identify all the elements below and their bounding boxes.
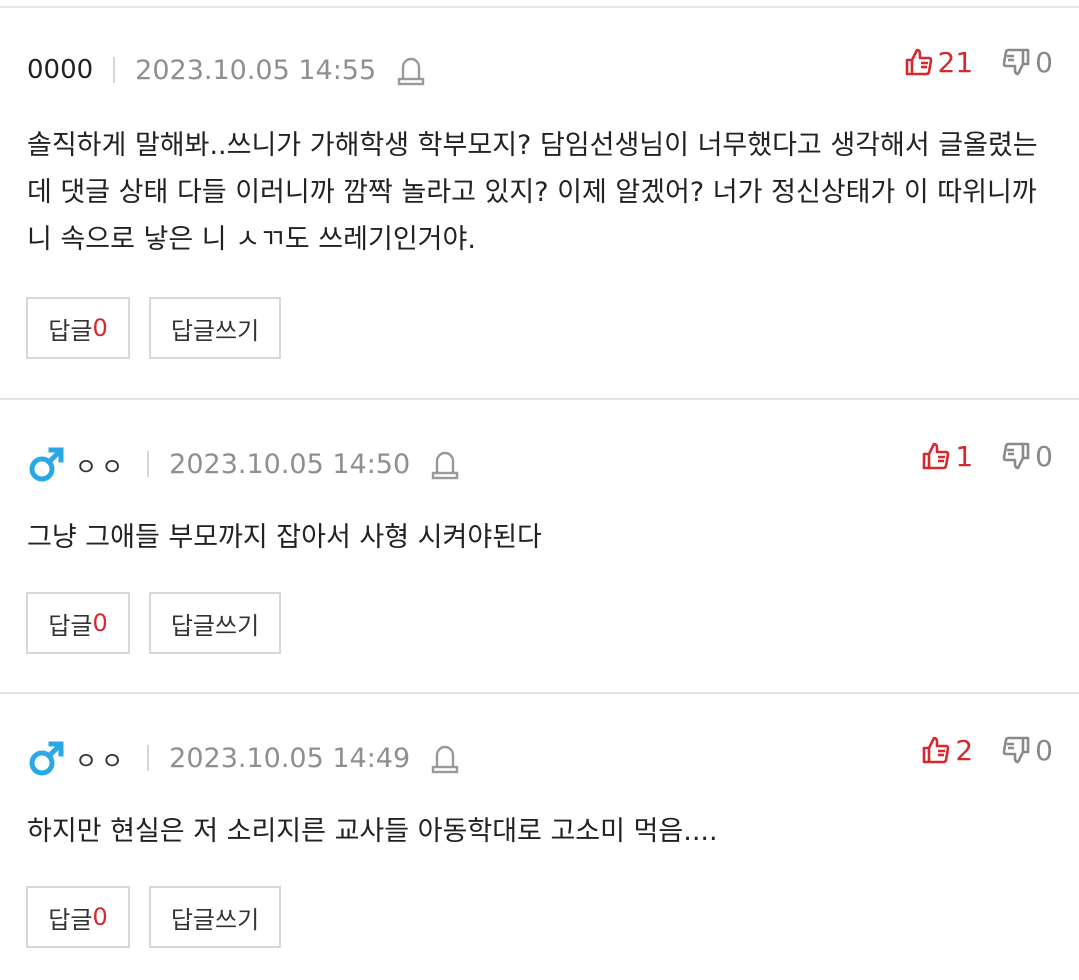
comment-body: 솔직하게 말해봐..쓰니가 가해학생 학부모지? 담임선생님이 너무했다고 생각… bbox=[27, 130, 1038, 255]
comment-body: 그냥 그애들 부모까지 잡아서 사형 시켜야된다 bbox=[27, 522, 542, 553]
thumbs-up-icon bbox=[923, 736, 950, 764]
write-reply-button[interactable]: 답글쓰기 bbox=[149, 297, 281, 359]
vote-group: 1 0 bbox=[921, 436, 1053, 476]
comment-author[interactable]: 0000 bbox=[27, 55, 93, 85]
downvote-count: 0 bbox=[1035, 733, 1053, 767]
comment-date: 2023.10.05 14:49 bbox=[169, 742, 411, 774]
comment-body: 하지만 현실은 저 소리지른 교사들 아동학대로 고소미 먹음.... bbox=[27, 816, 718, 847]
comment-meta: ㅇㅇ 2023.10.05 14:49 bbox=[27, 738, 460, 778]
meta-divider bbox=[147, 451, 150, 477]
comment-item: 0000 2023.10.05 14:55 21 0 솔직하게 말해봐..쓰니가… bbox=[0, 8, 1079, 400]
comment-meta: ㅇㅇ 2023.10.05 14:50 bbox=[27, 444, 460, 484]
downvote-count: 0 bbox=[1035, 439, 1053, 473]
comment-meta: 0000 2023.10.05 14:55 bbox=[27, 50, 426, 90]
meta-divider bbox=[113, 57, 116, 83]
thumbs-down-icon bbox=[1002, 48, 1030, 76]
comment-item: ㅇㅇ 2023.10.05 14:49 2 0 하지만 현실은 저 소리지른 교… bbox=[0, 694, 1079, 980]
reply-count: 0 bbox=[92, 314, 108, 342]
thumbs-up-icon bbox=[923, 442, 950, 470]
reply-label: 답글 bbox=[48, 905, 93, 934]
thumbs-up-icon bbox=[905, 48, 932, 76]
thumbs-down-icon bbox=[1002, 442, 1030, 470]
report-siren-icon[interactable] bbox=[396, 53, 426, 87]
comment-author[interactable]: ㅇㅇ bbox=[75, 741, 127, 776]
downvote-button[interactable]: 0 bbox=[1001, 734, 1053, 767]
upvote-count: 21 bbox=[937, 45, 974, 79]
downvote-button[interactable]: 0 bbox=[1001, 46, 1053, 79]
upvote-button[interactable]: 2 bbox=[921, 734, 973, 767]
write-reply-button[interactable]: 답글쓰기 bbox=[149, 592, 281, 654]
reply-count: 0 bbox=[92, 609, 108, 637]
upvote-count: 2 bbox=[955, 733, 974, 767]
vote-group: 2 0 bbox=[921, 730, 1053, 770]
reply-label: 답글 bbox=[48, 316, 93, 345]
write-reply-button[interactable]: 답글쓰기 bbox=[149, 886, 281, 948]
vote-group: 21 0 bbox=[904, 42, 1053, 82]
reply-count-button[interactable]: 답글 0 bbox=[26, 592, 130, 654]
comment-author[interactable]: ㅇㅇ bbox=[75, 447, 127, 482]
upvote-count: 1 bbox=[955, 439, 974, 473]
comment-item: ㅇㅇ 2023.10.05 14:50 1 0 그냥 그애들 부모까지 잡아서 … bbox=[0, 400, 1079, 694]
upvote-button[interactable]: 21 bbox=[904, 45, 974, 79]
male-icon bbox=[27, 444, 67, 484]
thumbs-down-icon bbox=[1002, 736, 1030, 764]
male-icon bbox=[27, 738, 67, 778]
report-siren-icon[interactable] bbox=[430, 741, 460, 775]
meta-divider bbox=[147, 745, 150, 771]
report-siren-icon[interactable] bbox=[430, 447, 460, 481]
reply-label: 답글 bbox=[48, 611, 93, 640]
comment-date: 2023.10.05 14:50 bbox=[169, 448, 411, 480]
reply-count-button[interactable]: 답글 0 bbox=[26, 886, 130, 948]
downvote-button[interactable]: 0 bbox=[1001, 440, 1053, 473]
downvote-count: 0 bbox=[1035, 45, 1053, 79]
upvote-button[interactable]: 1 bbox=[921, 440, 973, 473]
comment-date: 2023.10.05 14:55 bbox=[135, 54, 377, 86]
reply-count: 0 bbox=[92, 903, 108, 931]
reply-count-button[interactable]: 답글 0 bbox=[26, 297, 130, 359]
